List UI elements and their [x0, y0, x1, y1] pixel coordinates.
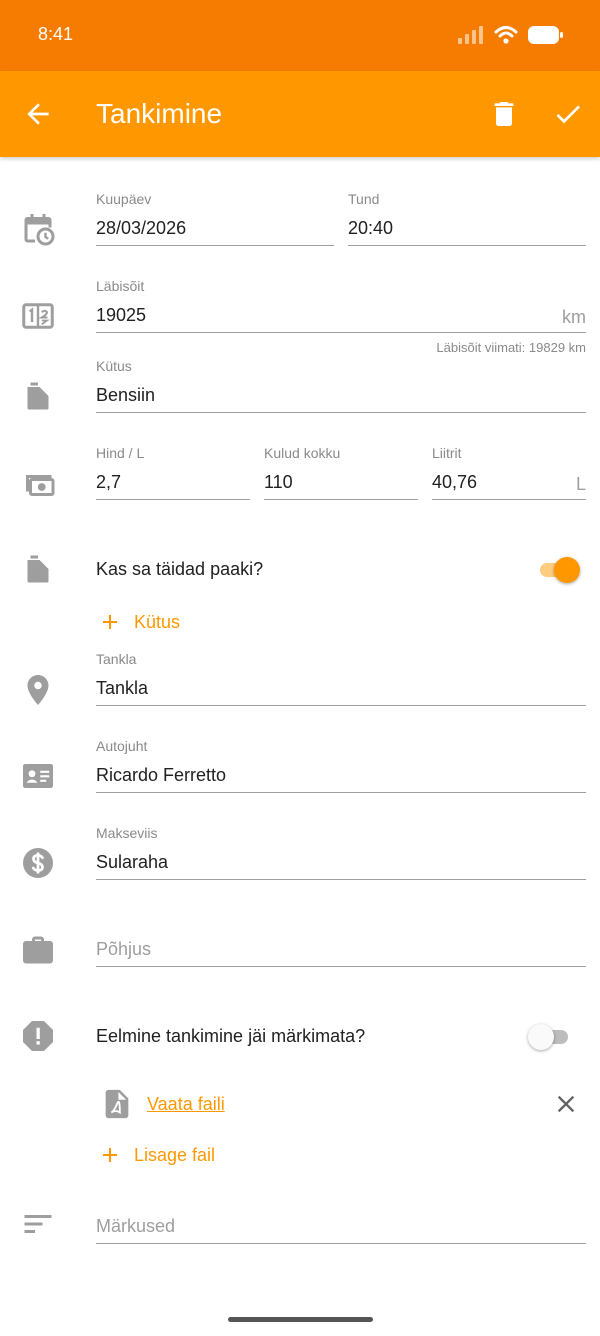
wifi-icon: [494, 26, 518, 44]
plus-icon: [103, 1148, 117, 1162]
driver-label: Autojuht: [96, 738, 148, 754]
view-file-link[interactable]: Vaata faili: [147, 1094, 225, 1115]
toggle-thumb: [554, 557, 580, 583]
full-tank-question: Kas sa täidad paaki?: [96, 559, 264, 579]
odometer-field[interactable]: 19025 km: [96, 299, 586, 333]
notes-placeholder: Märkused: [96, 1216, 176, 1236]
calendar-clock-icon: [24, 214, 55, 246]
total-field[interactable]: 110: [264, 466, 418, 500]
add-fuel-label: Kütus: [134, 611, 181, 632]
reason-placeholder: Põhjus: [96, 939, 152, 959]
total-label: Kulud kokku: [264, 445, 341, 461]
time-field[interactable]: 20:40: [348, 212, 586, 246]
plus-icon: [103, 615, 117, 629]
odometer-unit: km: [562, 307, 586, 327]
missed-question: Eelmine tankimine jäi märkimata?: [96, 1026, 366, 1046]
price-label: Hind / L: [96, 445, 145, 461]
delete-icon[interactable]: [488, 98, 520, 130]
odometer-label: Läbisõit: [96, 278, 145, 294]
money-icon: [26, 475, 55, 496]
payment-value: Sularaha: [96, 852, 169, 872]
notes-icon: [24, 1215, 52, 1233]
liters-unit: L: [575, 474, 586, 494]
status-bar: 8:41: [0, 0, 600, 71]
time-label: Tund: [348, 191, 380, 207]
liters-label: Liitrit: [432, 445, 462, 461]
payment-field[interactable]: Sularaha: [96, 846, 586, 880]
liters-value: 40,76: [432, 472, 478, 492]
location-pin-icon: [27, 675, 49, 705]
dollar-icon: [23, 848, 53, 878]
fuel-can-icon: [27, 555, 49, 583]
signal-icon: [458, 26, 483, 44]
odometer-icon: [22, 303, 54, 329]
status-time: 8:41: [38, 24, 74, 44]
add-file-label: Lisage fail: [134, 1144, 216, 1165]
status-icons: [458, 24, 564, 46]
close-icon[interactable]: [552, 1090, 580, 1118]
home-indicator[interactable]: [228, 1317, 373, 1322]
liters-field[interactable]: 40,76 L: [432, 466, 586, 500]
fuel-field[interactable]: Bensiin: [96, 379, 586, 413]
date-value: 28/03/2026: [96, 218, 187, 238]
price-value: 2,7: [96, 472, 122, 492]
back-arrow-icon[interactable]: [22, 98, 54, 130]
price-field[interactable]: 2,7: [96, 466, 250, 500]
total-value: 110: [264, 472, 293, 492]
station-field[interactable]: Tankla: [96, 672, 586, 706]
fuel-label: Kütus: [96, 358, 132, 374]
pdf-file-icon: [105, 1089, 129, 1119]
station-value: Tankla: [96, 678, 149, 698]
time-value: 20:40: [348, 218, 394, 238]
date-field[interactable]: 28/03/2026: [96, 212, 334, 246]
driver-field[interactable]: Ricardo Ferretto: [96, 759, 586, 793]
payment-label: Makseviis: [96, 825, 158, 841]
notes-field[interactable]: Märkused: [96, 1210, 586, 1244]
date-label: Kuupäev: [96, 191, 152, 207]
add-fuel-button[interactable]: Kütus: [98, 610, 180, 634]
odometer-hint: Läbisõit viimati: 19829 km: [436, 340, 586, 355]
page-title: Tankimine: [96, 98, 223, 129]
alert-octagon-icon: [23, 1021, 53, 1051]
add-file-button[interactable]: Lisage fail: [98, 1143, 215, 1167]
battery-icon: [528, 26, 563, 44]
driver-card-icon: [23, 764, 53, 788]
fuel-value: Bensiin: [96, 385, 156, 405]
odometer-value: 19025: [96, 305, 147, 325]
driver-value: Ricardo Ferretto: [96, 765, 227, 785]
briefcase-icon: [23, 936, 53, 964]
missed-toggle[interactable]: [528, 1022, 574, 1052]
station-label: Tankla: [96, 651, 137, 667]
fuel-can-icon: [27, 382, 49, 410]
reason-field[interactable]: Põhjus: [96, 933, 586, 967]
app-bar: Tankimine: [0, 71, 600, 157]
full-tank-toggle[interactable]: [536, 555, 582, 585]
toggle-thumb: [528, 1024, 554, 1050]
save-check-icon[interactable]: [552, 98, 584, 130]
